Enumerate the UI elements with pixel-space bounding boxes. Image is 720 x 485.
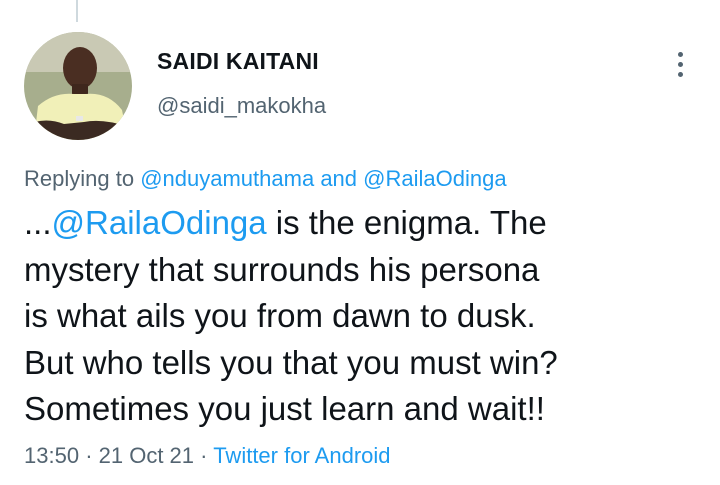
more-dot-icon <box>677 71 683 77</box>
tweet-date[interactable]: 21 Oct 21 <box>99 443 194 468</box>
tweet-line-1-rest: is the enigma. The <box>266 204 547 241</box>
tweet-source[interactable]: Twitter for Android <box>213 443 390 468</box>
profile-photo-icon <box>24 32 132 140</box>
reply-conjunction: and <box>320 166 358 191</box>
tweet-meta: 13:50 · 21 Oct 21 · Twitter for Android <box>24 443 391 469</box>
tweet-line-5: Sometimes you just learn and wait!! <box>24 390 545 427</box>
author-handle[interactable]: @saidi_makokha <box>157 93 326 119</box>
tweet-time[interactable]: 13:50 <box>24 443 79 468</box>
more-dot-icon <box>677 51 683 57</box>
tweet-line-1: ...@RailaOdinga is the enigma. The <box>24 200 704 247</box>
replying-to-line: Replying to @nduyamuthama and @RailaOdin… <box>24 166 507 192</box>
meta-separator: · <box>85 443 93 468</box>
more-options-button[interactable] <box>666 46 694 82</box>
tweet-line-4: But who tells you that you must win? <box>24 343 558 381</box>
tweet-line-2: mystery that surrounds his persona <box>24 250 540 288</box>
reply-mention-railaodinga[interactable]: @RailaOdinga <box>363 166 506 191</box>
tweet-line-3: is what ails you from dawn to dusk. <box>24 297 536 334</box>
author-block: SAIDI KAITANI @saidi_makokha <box>157 48 326 119</box>
tweet-mention[interactable]: @RailaOdinga <box>52 204 267 241</box>
tweet-ellipsis: ... <box>24 204 52 241</box>
replying-prefix: Replying to <box>24 166 135 191</box>
thread-connector-line <box>76 0 78 22</box>
author-display-name[interactable]: SAIDI KAITANI <box>157 48 326 75</box>
avatar[interactable] <box>24 32 132 140</box>
reply-mention-nduyamuthama[interactable]: @nduyamuthama <box>140 166 314 191</box>
more-dot-icon <box>677 61 683 67</box>
tweet-text: ...@RailaOdinga is the enigma. The myste… <box>24 200 704 433</box>
meta-separator: · <box>200 443 208 468</box>
